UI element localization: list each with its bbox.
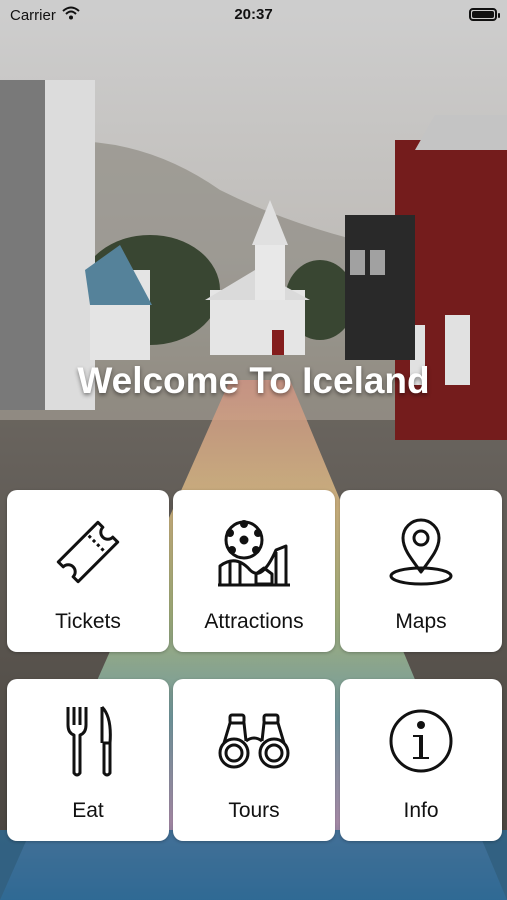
status-time: 20:37 — [234, 6, 273, 23]
info-icon — [383, 703, 459, 779]
tile-info[interactable]: Info — [340, 679, 502, 841]
tile-label: Eat — [72, 799, 104, 822]
tile-tickets[interactable]: Tickets — [7, 490, 169, 652]
map-pin-icon — [383, 514, 459, 590]
tile-label: Info — [403, 799, 439, 822]
tile-tours[interactable]: Tours — [173, 679, 335, 841]
binoculars-icon — [216, 703, 292, 779]
tile-label: Maps — [395, 610, 447, 633]
welcome-title: Welcome To Iceland — [77, 360, 430, 401]
tile-label: Tickets — [55, 610, 121, 633]
tile-label: Tours — [228, 799, 280, 822]
ticket-icon — [50, 514, 126, 590]
tile-eat[interactable]: Eat — [7, 679, 169, 841]
tile-attractions[interactable]: Attractions — [173, 490, 335, 652]
tile-maps[interactable]: Maps — [340, 490, 502, 652]
tile-label: Attractions — [204, 610, 304, 633]
battery-icon — [469, 8, 500, 21]
status-bar: Carrier 20:37 — [0, 0, 507, 30]
fork-knife-icon — [50, 703, 126, 779]
roller-coaster-icon — [216, 514, 292, 590]
